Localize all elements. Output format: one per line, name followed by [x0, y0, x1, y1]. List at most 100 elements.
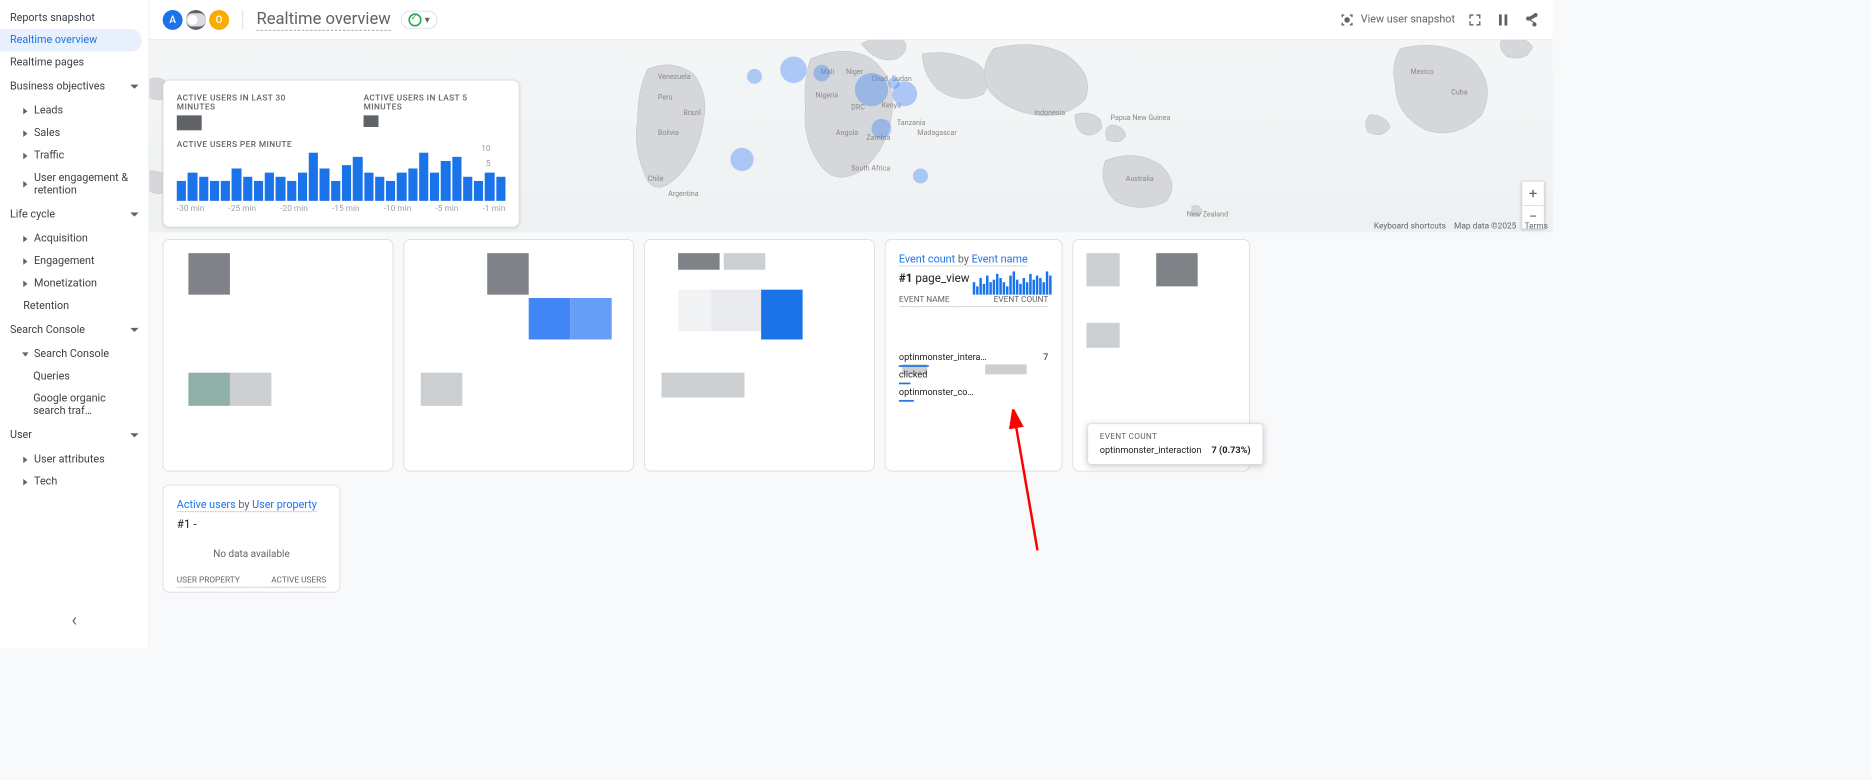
sidebar-item-acquisition[interactable]: Acquisition	[0, 227, 149, 249]
stat-5min-value	[364, 115, 379, 127]
chevron-up-icon	[130, 328, 138, 332]
collapse-sidebar-button[interactable]: ‹	[72, 610, 77, 631]
content: MaliNigerChadSudan NigeriaDRCKenya Angol…	[149, 40, 1553, 648]
chart-x-ticks: -30 min-25 min-20 min-15 min-10 min-5 mi…	[177, 204, 506, 213]
svg-text:Chile: Chile	[648, 174, 664, 183]
sidebar-section-business[interactable]: Business objectives	[0, 74, 149, 100]
chevron-down-icon: ▾	[425, 14, 430, 26]
status-badge[interactable]: ▾	[401, 10, 438, 28]
check-icon	[408, 13, 421, 26]
tooltip-name: optinmonster_interaction	[1100, 445, 1202, 456]
svg-text:South Africa: South Africa	[851, 164, 890, 173]
svg-text:Cuba: Cuba	[1451, 87, 1468, 96]
triangle-icon	[23, 456, 27, 463]
chart-y-ticks: 10 5	[481, 144, 490, 174]
stat-30min-value	[177, 115, 202, 130]
sidebar-item-tech[interactable]: Tech	[0, 471, 149, 493]
sidebar-item-engagement[interactable]: Engagement	[0, 250, 149, 272]
map-zoom-in[interactable]: +	[1522, 182, 1544, 205]
triangle-icon	[23, 130, 27, 137]
sidebar-item-engagement-retention[interactable]: User engagement & retention	[0, 167, 149, 202]
triangle-down-icon	[22, 352, 29, 356]
sidebar: Reports snapshot Realtime overview Realt…	[0, 0, 149, 647]
divider	[242, 10, 243, 30]
svg-text:Australia: Australia	[1126, 174, 1154, 183]
sidebar-item-leads[interactable]: Leads	[0, 100, 149, 122]
sidebar-section-search[interactable]: Search Console	[0, 317, 149, 343]
event-card-title[interactable]: Event count by Event name	[899, 253, 1028, 266]
sidebar-item-reports-snapshot[interactable]: Reports snapshot	[0, 7, 149, 29]
avatar-o: O	[209, 10, 229, 30]
user-property-rank: #1 -	[177, 518, 326, 531]
avatar-a: A	[163, 10, 183, 30]
triangle-icon	[23, 280, 27, 287]
sidebar-item-realtime-overview[interactable]: Realtime overview	[0, 29, 142, 51]
svg-text:Papua New Guinea: Papua New Guinea	[1111, 113, 1171, 122]
chevron-up-icon	[130, 85, 138, 89]
sidebar-item-user-attributes[interactable]: User attributes	[0, 448, 149, 470]
fullscreen-icon[interactable]	[1467, 11, 1484, 28]
avatar-toggle	[186, 10, 206, 30]
triangle-icon	[23, 152, 27, 159]
event-count-card: Event count by Event name #1 page_view E…	[885, 239, 1063, 471]
user-property-header: USER PROPERTYACTIVE USERS	[177, 576, 326, 588]
share-icon[interactable]	[1523, 11, 1540, 28]
event-table-body: optinmonster_intera…7clickedoptinmonster…	[899, 349, 1048, 401]
sidebar-item-monetization[interactable]: Monetization	[0, 272, 149, 294]
chevron-up-icon	[130, 433, 138, 437]
sidebar-item-retention[interactable]: Retention	[0, 295, 149, 317]
no-data-label: No data available	[177, 548, 326, 560]
sidebar-item-queries[interactable]: Queries	[0, 365, 149, 387]
svg-text:Indonesia: Indonesia	[1034, 108, 1065, 117]
audience-selector[interactable]: A O	[163, 10, 229, 30]
sidebar-section-user[interactable]: User	[0, 422, 149, 448]
user-property-card: Active users by User property #1 - No da…	[163, 485, 341, 593]
svg-text:Venezuela: Venezuela	[658, 72, 691, 81]
svg-text:Argentina: Argentina	[668, 189, 699, 198]
page-title: Realtime overview	[256, 8, 390, 30]
view-user-snapshot-button[interactable]: View user snapshot	[1339, 11, 1455, 28]
svg-text:Bolivia: Bolivia	[658, 128, 679, 137]
sidebar-section-lifecycle[interactable]: Life cycle	[0, 202, 149, 228]
active-users-card: ACTIVE USERS IN LAST 30 MINUTES ACTIVE U…	[163, 80, 520, 228]
triangle-icon	[23, 235, 27, 242]
triangle-icon	[23, 181, 27, 188]
svg-text:New Zealand: New Zealand	[1187, 209, 1228, 218]
event-tooltip: EVENT COUNT optinmonster_interaction 7 (…	[1087, 423, 1263, 465]
card-3	[644, 239, 875, 471]
main: A O Realtime overview ▾ View user snapsh…	[149, 0, 1553, 647]
triangle-icon	[23, 478, 27, 485]
event-row[interactable]: optinmonster_intera…7	[899, 349, 1048, 366]
triangle-icon	[23, 107, 27, 114]
sidebar-item-organic-search[interactable]: Google organic search traf…	[0, 388, 149, 423]
map-kbd-link[interactable]: Keyboard shortcuts	[1374, 222, 1446, 231]
per-minute-chart	[177, 153, 506, 201]
dimension-cards-row: Event count by Event name #1 page_view E…	[163, 239, 1540, 471]
svg-text:Tanzania: Tanzania	[897, 118, 926, 127]
tooltip-head: EVENT COUNT	[1100, 432, 1251, 441]
svg-text:Peru: Peru	[658, 93, 673, 102]
map-attribution: Keyboard shortcuts Map data ©2025 Terms	[1374, 222, 1548, 231]
sidebar-item-sales[interactable]: Sales	[0, 122, 149, 144]
stat-30min-label: ACTIVE USERS IN LAST 30 MINUTES	[177, 94, 324, 112]
per-minute-label: ACTIVE USERS PER MINUTE	[177, 140, 506, 149]
user-property-title[interactable]: Active users by User property	[177, 499, 317, 512]
triangle-icon	[23, 258, 27, 265]
sidebar-item-search-console[interactable]: Search Console	[0, 343, 149, 365]
toggle-icon	[186, 13, 206, 26]
event-row[interactable]: clicked	[899, 366, 1048, 383]
user-snapshot-icon	[1339, 11, 1356, 28]
header: A O Realtime overview ▾ View user snapsh…	[149, 0, 1553, 40]
card-1	[163, 239, 394, 471]
sidebar-item-traffic[interactable]: Traffic	[0, 144, 149, 166]
map-terms-link[interactable]: Terms	[1525, 222, 1548, 231]
map-data-label: Map data ©2025	[1454, 222, 1516, 231]
svg-text:Mexico: Mexico	[1411, 67, 1434, 76]
svg-text:Madagascar: Madagascar	[917, 128, 957, 137]
chevron-up-icon	[130, 212, 138, 216]
svg-text:Niger: Niger	[846, 67, 864, 76]
sidebar-item-realtime-pages[interactable]: Realtime pages	[0, 51, 149, 73]
card-2	[403, 239, 634, 471]
event-row[interactable]: optinmonster_co…	[899, 383, 1048, 400]
compare-icon[interactable]	[1495, 11, 1512, 28]
